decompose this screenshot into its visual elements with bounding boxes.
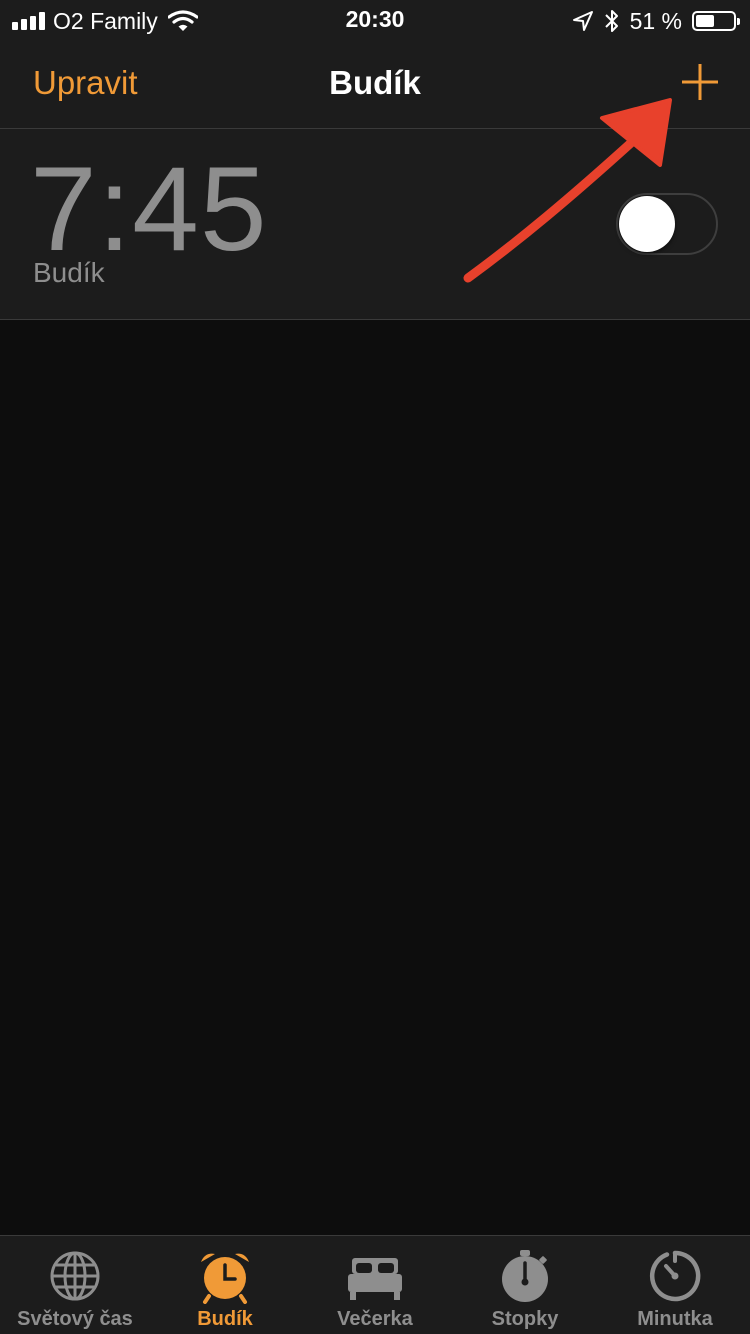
tab-timer[interactable]: Minutka [600,1236,750,1334]
battery-percent: 51 % [629,7,682,34]
clock-app-screen: O2 Family 20:30 51 % Upravit Budík 7:45 … [0,0,750,1334]
alarm-label: Budík [33,257,105,288]
add-alarm-button[interactable] [680,62,720,102]
bluetooth-icon [604,10,618,32]
alarm-toggle[interactable] [616,193,718,255]
tab-stopwatch[interactable]: Stopky [450,1236,600,1334]
page-title: Budík [329,64,421,101]
plus-icon [682,64,718,100]
bed-icon [348,1258,402,1300]
status-bar-right: 51 % [572,6,740,36]
tab-label-bedtime: Večerka [337,1308,413,1330]
stopwatch-icon [502,1250,548,1302]
tab-bar: Světový čas Budík Večerka Stopky Minutka [0,1235,750,1334]
battery-icon [692,11,740,31]
toggle-knob [619,196,675,252]
globe-icon [50,1251,100,1301]
tab-label-alarm: Budík [197,1308,253,1330]
tab-world-clock[interactable]: Světový čas [0,1236,150,1334]
status-bar: O2 Family 20:30 51 % [0,0,750,40]
tab-label-stopwatch: Stopky [491,1308,559,1330]
tab-bedtime[interactable]: Večerka [300,1236,450,1334]
timer-icon [649,1250,701,1302]
alarm-list-item[interactable]: 7:45 Budík [0,129,750,320]
alarm-clock-icon [201,1253,249,1304]
tab-label-timer: Minutka [637,1308,713,1330]
navigation-bar: Upravit Budík [0,40,750,129]
tab-label-world-clock: Světový čas [17,1308,133,1330]
location-icon [572,11,593,31]
tab-alarm[interactable]: Budík [150,1236,300,1334]
